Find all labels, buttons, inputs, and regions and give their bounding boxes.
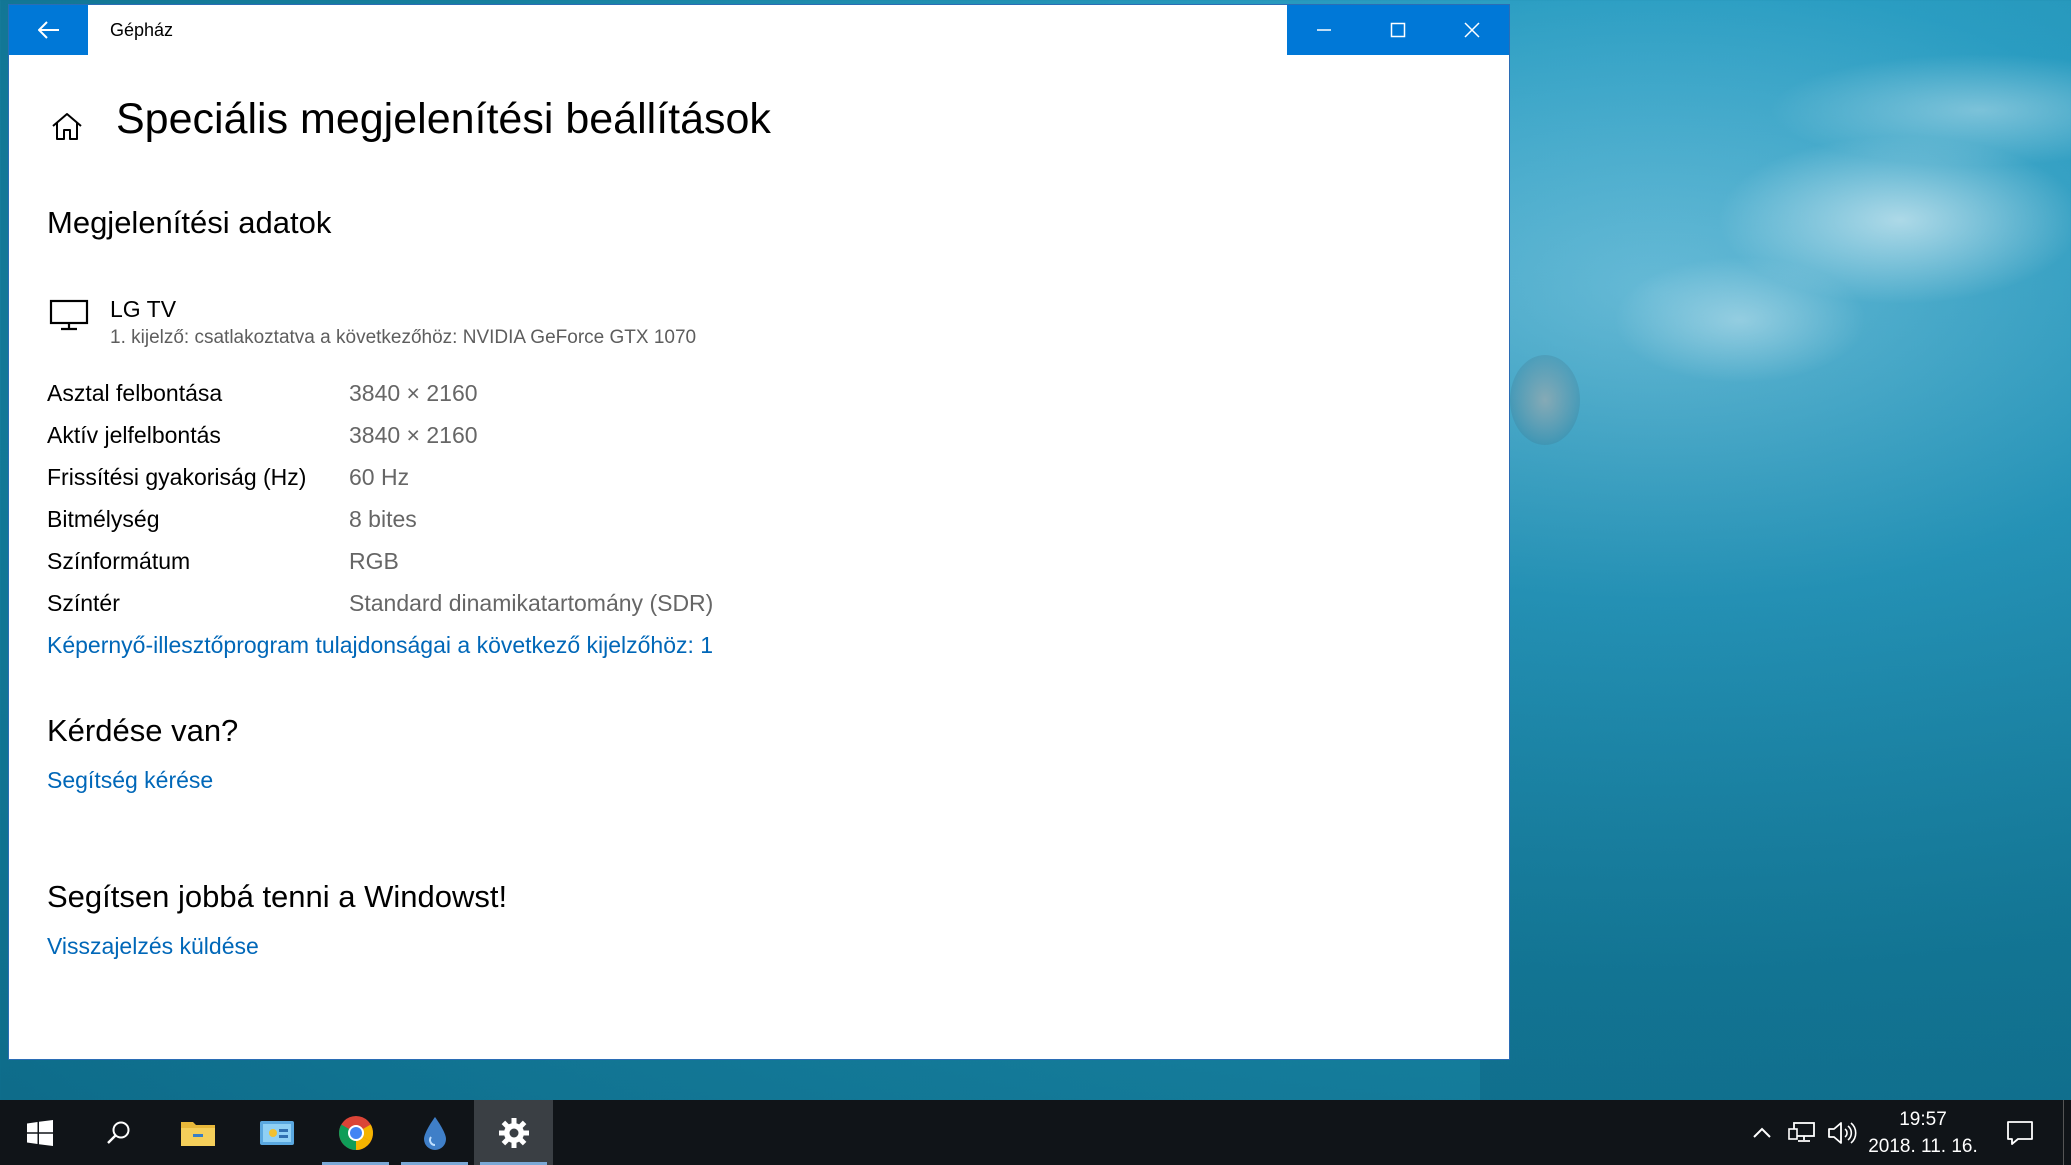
title-bar: Gépház — [9, 5, 1509, 55]
get-help-link[interactable]: Segítség kérése — [47, 767, 213, 794]
spec-label-refresh-rate: Frissítési gyakoriság (Hz) — [47, 464, 307, 490]
start-icon — [26, 1119, 53, 1146]
home-icon[interactable] — [49, 109, 85, 145]
spec-label-color-format: Színformátum — [47, 548, 191, 574]
droplet-app-icon — [423, 1116, 446, 1150]
desktop-wallpaper — [1480, 0, 2071, 1100]
page-title: Speciális megjelenítési beállítások — [116, 95, 771, 143]
spec-value-color-format: RGB — [349, 548, 399, 574]
app-title: Gépház — [110, 20, 174, 40]
spec-label-desktop-resolution: Asztal felbontása — [47, 380, 223, 406]
clock-date: 2018. 11. 16. — [1868, 1136, 1978, 1157]
minimize-button[interactable] — [1287, 5, 1361, 55]
spec-value-refresh-rate: 60 Hz — [349, 464, 410, 490]
show-desktop-button[interactable] — [2063, 1100, 2071, 1165]
spec-value-active-signal-resolution: 3840 × 2160 — [349, 422, 478, 448]
maximize-button[interactable] — [1361, 5, 1435, 55]
settings-window: Gépház Speciális megjelenítési beállítás… — [8, 4, 1510, 1060]
network-button[interactable] — [1782, 1100, 1822, 1165]
taskbar-droplet-app[interactable] — [395, 1100, 474, 1165]
taskbar-settings[interactable] — [474, 1100, 553, 1165]
back-button[interactable] — [9, 5, 88, 55]
volume-button[interactable] — [1822, 1100, 1862, 1165]
feedback-heading: Segítsen jobbá tenni a Windowst! — [47, 879, 508, 914]
chevron-up-icon — [1753, 1127, 1771, 1138]
spec-value-color-space: Standard dinamikatartomány (SDR) — [349, 590, 714, 616]
maximize-icon — [1390, 22, 1406, 38]
close-button[interactable] — [1435, 5, 1509, 55]
taskbar: 19:57 2018. 11. 16. — [0, 1100, 2071, 1165]
action-center-button[interactable] — [1995, 1100, 2045, 1165]
file-explorer-icon — [180, 1121, 215, 1146]
notification-icon — [2007, 1120, 2033, 1145]
spec-value-bit-depth: 8 bites — [349, 506, 417, 532]
taskbar-clock[interactable]: 19:57 2018. 11. 16. — [1858, 1106, 1988, 1160]
display-connection-info: 1. kijelző: csatlakoztatva a következőhö… — [110, 327, 697, 348]
display-info-heading: Megjelenítési adatok — [47, 205, 332, 240]
minimize-icon — [1317, 29, 1331, 31]
clock-time: 19:57 — [1899, 1109, 1947, 1130]
wallpaper-figure — [1510, 355, 1580, 445]
chrome-icon — [338, 1115, 373, 1150]
taskbar-control-panel[interactable] — [237, 1100, 316, 1165]
display-name: LG TV — [110, 296, 177, 322]
network-icon — [1788, 1121, 1815, 1142]
volume-icon — [1828, 1121, 1857, 1144]
spec-label-bit-depth: Bitmélység — [47, 506, 160, 532]
show-hidden-icons-button[interactable] — [1742, 1100, 1782, 1165]
display-adapter-properties-link[interactable]: Képernyő-illesztőprogram tulajdonságai a… — [47, 632, 713, 659]
monitor-icon — [49, 299, 89, 331]
help-heading: Kérdése van? — [47, 713, 239, 748]
back-arrow-icon — [37, 21, 59, 39]
spec-label-color-space: Színtér — [47, 590, 120, 616]
start-button[interactable] — [0, 1100, 79, 1165]
control-panel-icon — [259, 1120, 294, 1145]
spec-value-desktop-resolution: 3840 × 2160 — [349, 380, 478, 406]
taskbar-chrome[interactable] — [316, 1100, 395, 1165]
send-feedback-link[interactable]: Visszajelzés küldése — [47, 933, 259, 960]
close-icon — [1464, 22, 1480, 38]
settings-icon — [498, 1117, 529, 1148]
search-icon — [106, 1121, 129, 1144]
taskbar-file-explorer[interactable] — [158, 1100, 237, 1165]
search-button[interactable] — [79, 1100, 158, 1165]
window-controls — [1287, 5, 1509, 55]
spec-label-active-signal-resolution: Aktív jelfelbontás — [47, 422, 221, 448]
